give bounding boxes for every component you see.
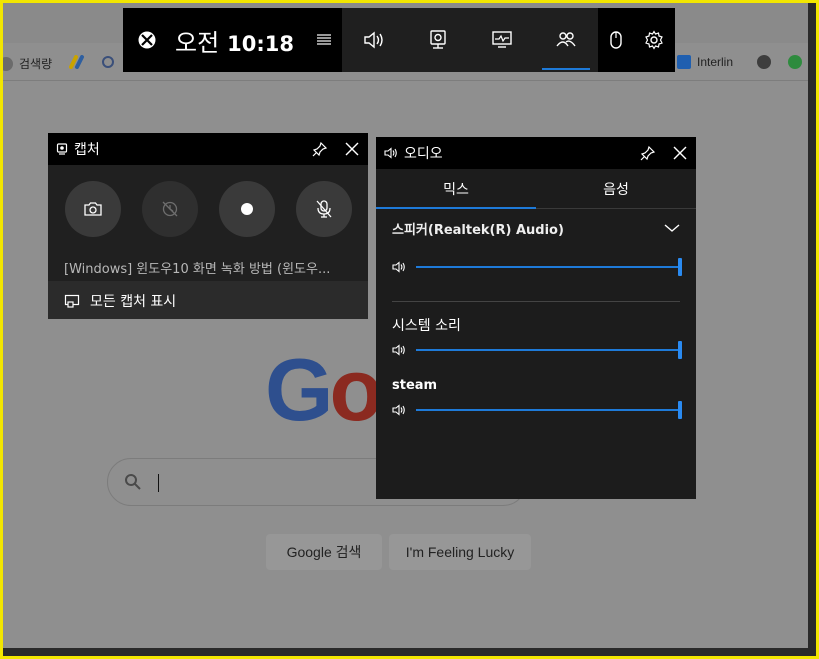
performance-widget-button[interactable] bbox=[474, 8, 530, 72]
close-icon bbox=[673, 146, 687, 160]
audio-panel: 오디오 믹스 음성 스피커(Realtek(R) Audio) 시스템 소리 s… bbox=[376, 137, 696, 499]
microphone-off-icon bbox=[316, 200, 331, 218]
monitor-icon bbox=[492, 31, 512, 48]
audio-tabs: 믹스 음성 bbox=[376, 169, 696, 209]
gear-icon[interactable] bbox=[644, 30, 664, 50]
globe-icon bbox=[757, 55, 771, 69]
record-history-off-icon bbox=[162, 201, 177, 217]
show-all-captures-button[interactable]: 모든 캡처 표시 bbox=[48, 281, 368, 319]
audio-panel-title: 오디오 bbox=[404, 146, 443, 162]
bookmark-item[interactable]: Interlin bbox=[677, 55, 733, 69]
mouse-icon[interactable] bbox=[609, 30, 623, 50]
close-icon bbox=[345, 142, 359, 156]
master-volume-slider[interactable] bbox=[416, 258, 682, 276]
game-bar-home: 오전 10:18 bbox=[123, 8, 342, 72]
xbox-icon[interactable] bbox=[137, 30, 157, 50]
record-last-30s-button[interactable] bbox=[141, 181, 198, 237]
m-icon bbox=[788, 55, 802, 69]
capture-panel-title: 캡처 bbox=[74, 142, 100, 158]
social-widget-button[interactable] bbox=[538, 8, 594, 72]
slider-thumb[interactable] bbox=[678, 401, 682, 419]
chevron-down-icon bbox=[664, 224, 680, 232]
google-logo: Go bbox=[265, 340, 383, 439]
globe-icon bbox=[3, 56, 13, 71]
speaker-icon[interactable] bbox=[392, 404, 408, 416]
speaker-icon[interactable] bbox=[392, 261, 408, 273]
last-capture-link[interactable]: [Windows] 윈도우10 화면 녹화 방법 (윈도우... bbox=[48, 253, 368, 281]
game-bar-clock: 오전 10:18 bbox=[175, 23, 294, 58]
capture-panel-header[interactable]: 캡처 bbox=[48, 133, 368, 165]
game-bar-settings-area bbox=[598, 8, 675, 72]
webcam-icon bbox=[430, 30, 446, 49]
camera-icon bbox=[83, 202, 102, 216]
master-volume-row bbox=[376, 255, 696, 279]
bookmark-label: Interlin bbox=[697, 55, 734, 69]
speaker-icon bbox=[364, 31, 383, 49]
audio-widget-button[interactable] bbox=[346, 8, 402, 72]
screenshot-button[interactable] bbox=[64, 181, 121, 237]
google-search-button[interactable]: Google 검색 bbox=[266, 534, 382, 570]
people-icon bbox=[556, 32, 576, 47]
bookmark-item[interactable] bbox=[757, 55, 771, 69]
output-device-select[interactable]: 스피커(Realtek(R) Audio) bbox=[376, 209, 696, 247]
pin-icon bbox=[312, 141, 328, 157]
steam-volume-slider[interactable] bbox=[416, 401, 682, 419]
bookmark-item[interactable] bbox=[69, 55, 85, 69]
steam-volume-row bbox=[376, 398, 696, 422]
record-dot-icon bbox=[240, 203, 253, 215]
text-caret bbox=[158, 474, 159, 492]
section-divider bbox=[392, 301, 680, 302]
bookmark-item[interactable] bbox=[101, 55, 115, 69]
clock-ampm: 오전 bbox=[175, 28, 220, 57]
capture-panel: 캡처 [Windows] 윈도우10 화면 녹화 방법 (윈도우... 모든 캡… bbox=[48, 133, 368, 319]
show-all-captures-label: 모든 캡처 표시 bbox=[90, 293, 177, 310]
bookmark-icon bbox=[677, 55, 691, 69]
clock-time: 10:18 bbox=[227, 31, 295, 56]
slider-thumb[interactable] bbox=[678, 341, 682, 359]
app-name-steam: steam bbox=[392, 377, 438, 393]
capture-controls bbox=[48, 165, 368, 253]
bookmark-item[interactable]: 검색량 bbox=[3, 55, 52, 72]
bookmark-label: 검색량 bbox=[19, 57, 53, 71]
gallery-icon bbox=[64, 294, 80, 308]
bookmark-item[interactable] bbox=[788, 55, 802, 69]
slider-thumb[interactable] bbox=[678, 258, 682, 276]
pin-icon bbox=[640, 145, 656, 161]
extension-icon bbox=[102, 56, 114, 68]
tab-voice[interactable]: 음성 bbox=[536, 169, 696, 208]
speaker-icon bbox=[384, 147, 397, 159]
system-sounds-volume-slider[interactable] bbox=[416, 341, 682, 359]
pin-button[interactable] bbox=[632, 137, 664, 169]
close-button[interactable] bbox=[664, 137, 696, 169]
output-device-label: 스피커(Realtek(R) Audio) bbox=[392, 222, 564, 238]
audio-panel-header[interactable]: 오디오 bbox=[376, 137, 696, 169]
tab-mix[interactable]: 믹스 bbox=[376, 169, 536, 209]
game-bar: 오전 10:18 bbox=[123, 8, 675, 72]
widget-launcher bbox=[342, 8, 598, 72]
feeling-lucky-button[interactable]: I'm Feeling Lucky bbox=[389, 534, 531, 570]
pin-button[interactable] bbox=[304, 133, 336, 165]
speaker-icon[interactable] bbox=[392, 344, 408, 356]
start-recording-button[interactable] bbox=[218, 181, 275, 237]
system-sounds-volume-row bbox=[376, 338, 696, 362]
capture-panel-icon bbox=[56, 143, 68, 155]
app-name-system-sounds: 시스템 소리 bbox=[392, 318, 461, 334]
google-ads-icon bbox=[69, 55, 84, 69]
widget-menu-icon[interactable] bbox=[316, 33, 332, 47]
capture-widget-button[interactable] bbox=[410, 8, 466, 72]
search-icon bbox=[125, 474, 141, 490]
mic-toggle-button[interactable] bbox=[295, 181, 352, 237]
close-button[interactable] bbox=[336, 133, 368, 165]
